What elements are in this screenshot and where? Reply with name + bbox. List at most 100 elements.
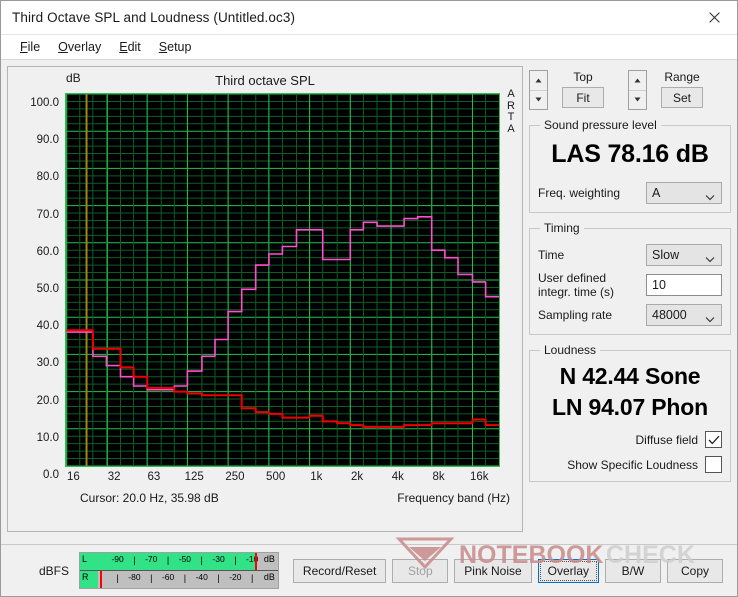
meter-pipe-b-0: | (116, 573, 119, 583)
loudness-group: Loudness N 42.44 Sone LN 94.07 Phon Diff… (529, 343, 731, 482)
dbfs-label: dBFS (39, 563, 70, 578)
x-axis-tick-0: 16 (67, 471, 80, 483)
y-axis-tick-8: 20.0 (36, 394, 59, 407)
range-spinner[interactable] (628, 70, 647, 110)
sampling-rate-select[interactable]: 48000 (646, 304, 722, 326)
menu-item-edit[interactable]: Edit (110, 38, 150, 56)
freq-weighting-select[interactable]: A (646, 182, 722, 204)
integration-time-label-line1: User defined (538, 271, 607, 285)
copy-button[interactable]: Copy (667, 558, 723, 583)
timing-group: Timing Time Slow User defined integr. ti… (529, 221, 731, 335)
range-spinner-up-icon[interactable] (629, 71, 646, 91)
y-axis-tick-10: 0.0 (43, 469, 59, 481)
sampling-rate-value: 48000 (652, 308, 687, 322)
level-meter-left-peak (255, 553, 258, 570)
level-meter-right-unit: dB (263, 572, 275, 582)
integration-time-input[interactable]: 10 (646, 274, 722, 296)
level-meter-left-unit: dB (263, 554, 275, 564)
freq-weighting-label: Freq. weighting (538, 186, 621, 200)
cursor-readout: Cursor: 20.0 Hz, 35.98 dB (80, 491, 219, 505)
x-axis-tick-3: 125 (184, 471, 204, 483)
level-meter-right-peak (99, 571, 102, 588)
pink-noise-button[interactable]: Pink Noise (454, 558, 532, 583)
top-spinner-down-icon[interactable] (530, 90, 547, 109)
main-content: Third octave SPL dB 100.0 90.0 80.0 70.0 60.… (1, 60, 737, 544)
window-title: Third Octave SPL and Loudness (Untitled.… (12, 10, 296, 25)
title-bar: Third Octave SPL and Loudness (Untitled.… (1, 1, 737, 35)
menu-file-accel: F (20, 40, 28, 54)
level-meter-left-channel-label: L (82, 554, 88, 564)
bw-button[interactable]: B/W (605, 558, 661, 583)
y-axis-tick-7: 30.0 (36, 357, 59, 370)
top-scale-group: Top Fit (529, 70, 612, 118)
menu-file-rest: ile (27, 40, 41, 54)
diffuse-field-checkbox[interactable] (705, 431, 722, 448)
time-value: Slow (652, 248, 680, 262)
meter-tick-top-3: -30 (212, 554, 225, 564)
show-specific-loudness-checkbox[interactable] (705, 456, 722, 473)
meter-pipe-2: | (200, 555, 203, 565)
time-select[interactable]: Slow (646, 244, 722, 266)
control-side-panel: Top Fit Range Set Sound pressure level L… (523, 66, 731, 544)
y-axis-tick-2: 80.0 (36, 171, 59, 184)
y-axis-tick-5: 50.0 (36, 283, 59, 295)
meter-pipe-3: | (234, 555, 237, 565)
menu-setup-rest: etup (167, 40, 192, 54)
menu-overlay-accel: O (58, 40, 68, 54)
meter-pipe-b-3: | (217, 573, 220, 583)
fit-button[interactable]: Fit (562, 87, 604, 108)
set-button[interactable]: Set (661, 87, 703, 108)
menu-overlay-rest: verlay (67, 40, 102, 54)
meter-tick-top-2: -50 (178, 554, 192, 564)
arta-third-octave-window: Third Octave SPL and Loudness (Untitled.… (0, 0, 738, 597)
y-axis-tick-9: 10.0 (36, 431, 59, 444)
meter-pipe-0: | (133, 555, 136, 565)
loudness-group-legend: Loudness (544, 343, 597, 357)
chevron-down-icon (705, 312, 715, 326)
top-spinner-up-icon[interactable] (530, 71, 547, 91)
meter-tick-bottom-0: -80 (128, 572, 141, 582)
menu-item-overlay[interactable]: Overlay (49, 38, 110, 56)
menu-setup-accel: S (158, 40, 168, 54)
chart-title: Third octave SPL (215, 73, 315, 88)
overlay-button[interactable]: Overlay (537, 558, 599, 583)
record-reset-button[interactable]: Record/Reset (292, 558, 387, 583)
arta-letter: T (507, 111, 515, 123)
sampling-rate-row: Sampling rate 48000 (538, 304, 722, 326)
stop-button[interactable]: Stop (392, 558, 449, 583)
level-meter: L dB -90 -70 -50 -30 -10 | | | | R dB -8… (79, 552, 279, 589)
range-spinner-down-icon[interactable] (629, 90, 646, 109)
bottom-toolbar: dBFS L dB -90 -70 -50 -30 -10 | | | | R (1, 544, 737, 596)
chevron-down-icon (705, 252, 715, 266)
integration-time-label-line2: integr. time (s) (538, 285, 615, 299)
top-spinner[interactable] (529, 70, 548, 110)
meter-tick-bottom-2: -40 (195, 572, 208, 582)
show-specific-loudness-label: Show Specific Loudness (567, 457, 698, 472)
action-button-row: Record/Reset Stop Pink Noise Overlay B/W… (292, 558, 729, 583)
x-axis-tick-7: 2k (351, 471, 364, 483)
plot-area[interactable] (65, 93, 500, 467)
menu-item-file[interactable]: File (11, 38, 49, 56)
close-icon[interactable] (691, 1, 737, 33)
x-axis-tick-6: 1k (310, 471, 323, 483)
meter-pipe-b-1: | (150, 573, 153, 583)
level-meter-right-channel-label: R (82, 572, 89, 582)
loudness-phon-readout: LN 94.07 Phon (552, 394, 708, 420)
spl-group-legend: Sound pressure level (544, 118, 657, 132)
menu-edit-rest: dit (127, 40, 141, 54)
x-axis-tick-labels: 16 32 63 125 250 500 1k 2k 4k 8k 16k (65, 471, 502, 489)
integration-time-value: 10 (652, 278, 666, 292)
time-label: Time (538, 248, 565, 262)
menu-edit-accel: E (119, 40, 128, 54)
top-label: Top (573, 70, 593, 84)
y-axis-unit-label: dB (66, 71, 81, 85)
range-label: Range (664, 70, 700, 84)
arta-watermark-label: ARTA (505, 88, 517, 135)
sound-pressure-level-group: Sound pressure level LAS 78.16 dB Freq. … (529, 118, 731, 213)
menu-item-setup[interactable]: Setup (150, 38, 201, 56)
timing-group-legend: Timing (544, 221, 580, 235)
arta-letter: A (507, 88, 515, 100)
x-axis-tick-2: 63 (147, 471, 161, 483)
freq-weighting-row: Freq. weighting A (538, 182, 722, 204)
diffuse-field-label: Diffuse field (635, 432, 698, 447)
